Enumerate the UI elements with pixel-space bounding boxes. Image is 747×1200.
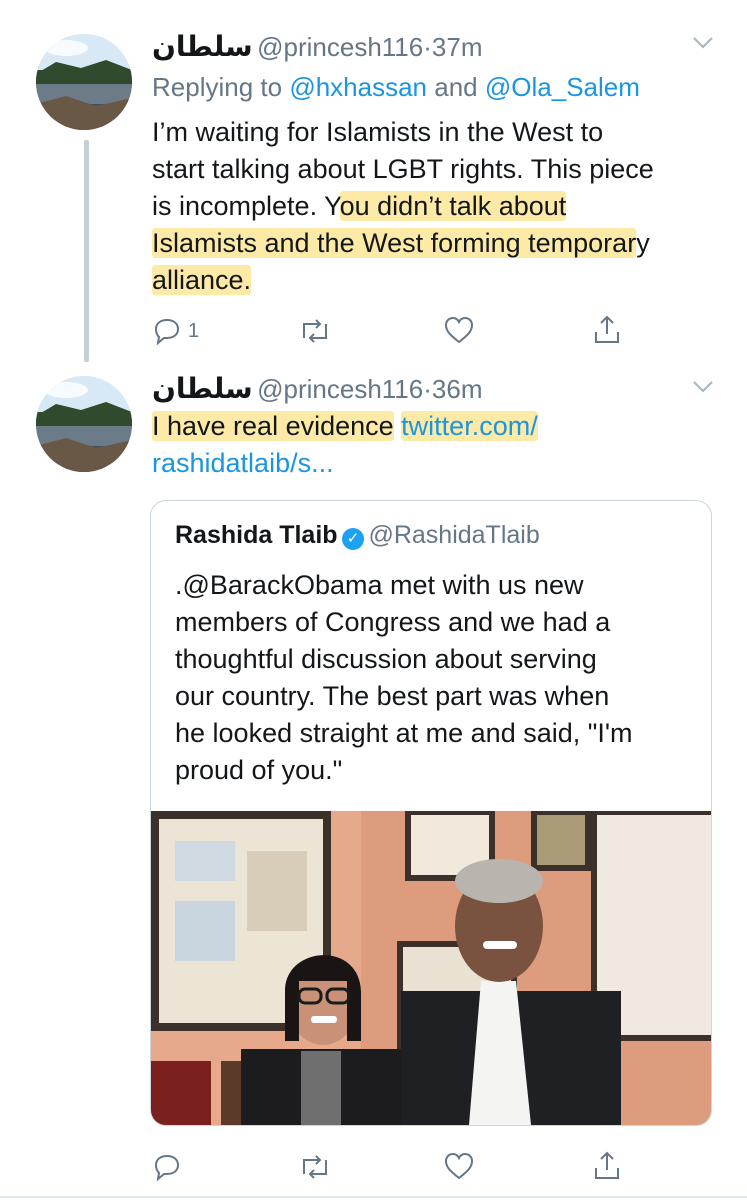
share-button[interactable] (592, 314, 622, 346)
separator-dot: · (423, 374, 432, 404)
retweet-button[interactable] (298, 318, 332, 344)
quote-header: Rashida Tlaib ✓ @RashidaTlaib (175, 521, 540, 550)
highlighted-text: alliance. (152, 265, 252, 295)
quote-author-handle[interactable]: @RashidaTlaib (368, 521, 539, 549)
author-name[interactable]: سلطان (152, 30, 253, 63)
mention-link[interactable]: @hxhassan (289, 72, 427, 102)
quoted-tweet-card[interactable]: Rashida Tlaib ✓ @RashidaTlaib .@BarackOb… (150, 500, 712, 1126)
highlighted-text: ou didn’t talk about (339, 191, 567, 221)
retweet-icon (303, 1155, 327, 1179)
replying-to: Replying to @hxhassan and @Ola_Salem (152, 72, 640, 103)
quote-text: .@BarackObama met with us new members of … (175, 567, 695, 789)
author-handle[interactable]: @princesh116 (257, 32, 423, 62)
thread-line (84, 140, 89, 362)
quote-text-line: thoughtful discussion about serving (175, 644, 597, 674)
reply-icon (154, 318, 180, 346)
quote-text-line: members of Congress and we had a (175, 607, 611, 637)
author-handle[interactable]: @princesh116 (257, 374, 423, 404)
tweet1-header: سلطان @princesh116·37m (152, 30, 482, 63)
separator-dot: · (423, 32, 432, 62)
divider (0, 1196, 747, 1198)
replying-and: and (434, 72, 478, 102)
author-name[interactable]: سلطان (152, 372, 253, 405)
avatar-landscape-image (36, 34, 132, 130)
quote-text-line: our country. The best part was when (175, 681, 610, 711)
quote-author-name[interactable]: Rashida Tlaib (175, 521, 338, 549)
text-line: I’m waiting for Islamists in the West to (152, 117, 604, 147)
reply-button[interactable]: 1 (152, 316, 199, 346)
like-button[interactable] (444, 1152, 474, 1180)
timestamp[interactable]: 36m (432, 374, 483, 404)
mention-link[interactable]: @Ola_Salem (485, 72, 640, 102)
url-link[interactable]: rashidatlaib/s... (152, 448, 334, 478)
text-span: is incomplete. Y (152, 191, 340, 221)
avatar-landscape-image (36, 376, 132, 472)
like-icon (444, 316, 474, 344)
replying-prefix: Replying to (152, 72, 283, 102)
avatar[interactable] (36, 34, 132, 130)
quote-text-line: proud of you." (175, 755, 343, 785)
like-icon (444, 1152, 474, 1180)
text-line: is incomplete. You didn’t talk about (152, 188, 722, 225)
text-line: rashidatlaib/s... (152, 445, 722, 482)
quote-text-line: he looked straight at me and said, "I'm (175, 718, 633, 748)
text-span: y (636, 228, 650, 258)
text-line: start talking about LGBT rights. This pi… (152, 154, 654, 184)
text-line: alliance. (152, 262, 722, 299)
url-link[interactable]: twitter.com/ (401, 411, 538, 441)
tweet2-header: سلطان @princesh116·36m (152, 372, 482, 405)
share-icon (595, 315, 619, 343)
verified-icon: ✓ (342, 527, 364, 550)
like-button[interactable] (444, 316, 474, 344)
retweet-icon (303, 319, 327, 343)
reply-button[interactable] (152, 1152, 182, 1182)
photo-scene (151, 811, 711, 1125)
share-icon (595, 1151, 619, 1179)
retweet-button[interactable] (298, 1154, 332, 1180)
share-button[interactable] (592, 1150, 622, 1182)
text-line: Islamists and the West forming temporary (152, 225, 722, 262)
chevron-down-icon[interactable] (692, 30, 714, 56)
avatar[interactable] (36, 376, 132, 472)
reply-count: 1 (188, 319, 200, 342)
text-line: I have real evidence twitter.com/ (152, 408, 722, 445)
quote-text-line: .@BarackObama met with us new (175, 570, 584, 600)
tweet2-text: I have real evidence twitter.com/ rashid… (152, 408, 722, 482)
reply-icon (154, 1154, 180, 1182)
tweet-photo[interactable] (151, 811, 711, 1125)
highlighted-text: Islamists and the West forming temporar (152, 228, 637, 258)
chevron-down-icon[interactable] (692, 374, 714, 400)
highlighted-text: I have real evidence (152, 411, 394, 441)
tweet1-text: I’m waiting for Islamists in the West to… (152, 114, 722, 299)
timestamp[interactable]: 37m (432, 32, 483, 62)
